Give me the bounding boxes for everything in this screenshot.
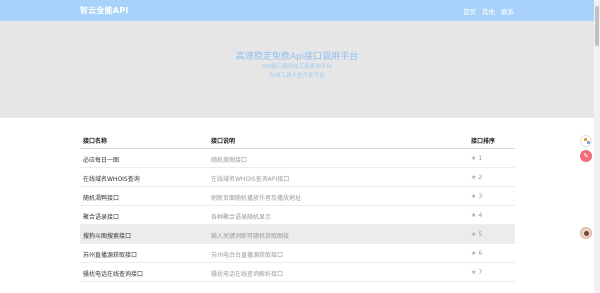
api-rank: ★ 3 <box>471 193 482 200</box>
table-row[interactable]: 随机渴鸭接口 刷新页面随机播放作者及播放地址 ★ 3 <box>80 187 515 206</box>
column-header-desc: 接口说明 <box>211 138 236 145</box>
hero-subtitle-2: 在线工具大全开发平台 <box>269 73 325 79</box>
rank-value: 4 <box>478 212 483 219</box>
scrollbar-thumb[interactable] <box>595 6 599 46</box>
star-icon: ★ <box>471 269 477 276</box>
api-name[interactable]: 随机渴鸭接口 <box>83 193 119 202</box>
table-row[interactable]: 苏州直播源获取接口 苏州电台台直播源获取接口 ★ 6 <box>80 244 515 263</box>
table-row[interactable]: 聚合语录接口 各种聚合语录随机显示 ★ 4 <box>80 206 515 225</box>
api-desc: 苏州电台台直播源获取接口 <box>211 252 284 259</box>
avatar-icon[interactable] <box>580 227 592 239</box>
star-icon: ★ <box>471 231 477 238</box>
top-navbar: 智云全能API 首页 其他 联系 <box>0 0 594 21</box>
rank-value: 7 <box>478 269 483 276</box>
api-rank: ★ 2 <box>471 174 482 181</box>
rank-value: 6 <box>478 250 483 257</box>
api-name[interactable]: 聚合语录接口 <box>83 212 119 221</box>
star-icon: ★ <box>471 212 477 219</box>
nav-home[interactable]: 首页 <box>463 6 476 16</box>
api-rank: ★ 6 <box>471 250 482 257</box>
column-header-name: 接口名称 <box>83 138 108 145</box>
rank-value: 1 <box>478 155 483 162</box>
api-rank: ★ 4 <box>471 212 482 219</box>
api-name[interactable]: 苏州直播源获取接口 <box>83 250 137 259</box>
star-icon: ★ <box>471 250 477 257</box>
api-desc: 输入关键词即可随机获取图接 <box>211 233 290 240</box>
star-icon: ★ <box>471 193 477 200</box>
api-desc: 随机美图接口 <box>211 157 248 164</box>
api-name[interactable]: 骚扰电话在线查询接口 <box>83 269 143 278</box>
api-rank: ★ 7 <box>471 269 482 276</box>
table-row-hovered[interactable]: 搜狗斗图搜索接口 输入关键词即可随机获取图接 ★ 5 <box>80 225 515 244</box>
chart-icon-part <box>587 141 590 144</box>
hero-banner: 高速稳定免费Api接口调用平台 API接口调用在工具查询平台 在线工具大全开发平… <box>0 21 594 118</box>
nav-contact[interactable]: 联系 <box>501 6 514 16</box>
sign-icon[interactable]: ✎ <box>580 150 592 162</box>
api-table: 接口名称 接口说明 接口排序 必应每日一图 随机美图接口 ★ 1 在线域名WHOI… <box>80 130 515 282</box>
api-name[interactable]: 必应每日一图 <box>83 155 119 164</box>
brand-logo-text[interactable]: 智云全能API <box>80 5 128 16</box>
rank-value: 3 <box>478 193 483 200</box>
column-header-rank: 接口排序 <box>471 138 496 145</box>
hero-title: 高速稳定免费Api接口调用平台 <box>235 52 359 62</box>
table-header-row: 接口名称 接口说明 接口排序 <box>80 130 515 149</box>
star-icon: ★ <box>471 174 477 181</box>
api-name[interactable]: 搜狗斗图搜索接口 <box>83 231 131 240</box>
table-row[interactable]: 骚扰电话在线查询接口 骚扰电话在线查询解析接口 ★ 7 <box>80 263 515 282</box>
star-icon: ★ <box>471 155 477 162</box>
rank-value: 2 <box>478 174 483 181</box>
api-desc: 刷新页面随机播放作者及播放地址 <box>211 195 302 202</box>
api-rank: ★ 5 <box>471 231 482 238</box>
rank-value: 5 <box>478 231 483 238</box>
avatar-face <box>584 231 589 236</box>
hero-subtitle-1: API接口调用在工具查询平台 <box>262 64 332 70</box>
api-rank: ★ 1 <box>471 155 482 162</box>
api-desc: 在线域名WHOIS查询API接口 <box>211 176 290 183</box>
table-row[interactable]: 在线域名WHOIS查询 在线域名WHOIS查询API接口 ★ 2 <box>80 168 515 187</box>
table-row[interactable]: 必应每日一图 随机美图接口 ★ 1 <box>80 149 515 168</box>
api-desc: 各种聚合语录随机显示 <box>211 214 272 221</box>
api-desc: 骚扰电话在线查询解析接口 <box>211 271 284 278</box>
nav-other[interactable]: 其他 <box>482 6 495 16</box>
chart-icon[interactable] <box>580 135 592 147</box>
nav-menu: 首页 其他 联系 <box>463 6 514 16</box>
api-name[interactable]: 在线域名WHOIS查询 <box>83 174 140 183</box>
